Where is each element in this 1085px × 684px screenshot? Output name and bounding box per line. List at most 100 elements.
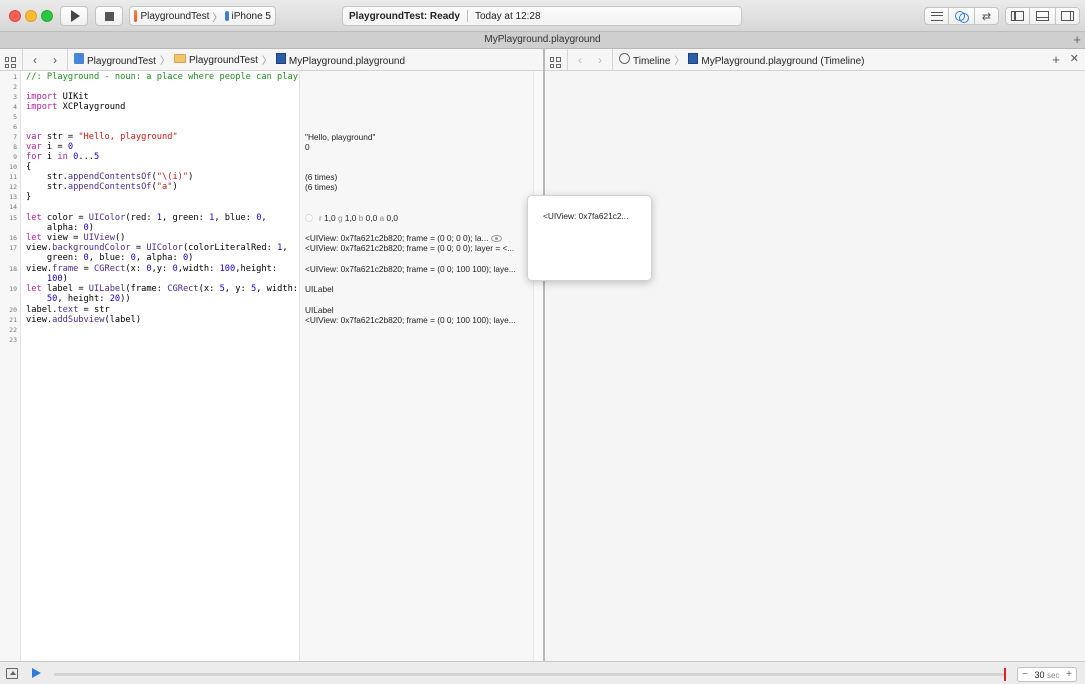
code-line[interactable]: view.backgroundColor = UIColor(colorLite… [26, 243, 288, 253]
minimize-window-button[interactable] [25, 10, 37, 22]
result-line[interactable]: <UIView: 0x7fa621c2b820; frame = (0 0; 1… [305, 264, 516, 274]
assistant-editor-button[interactable] [949, 7, 974, 25]
code-line[interactable]: str.appendContentsOf("\(i)") [26, 172, 193, 182]
result-line[interactable]: 0 [305, 142, 310, 152]
crumb-file[interactable]: MyPlayground.playground [275, 52, 405, 67]
code-line[interactable]: var i = 0 [26, 142, 73, 152]
code-line[interactable]: label.text = str [26, 305, 110, 315]
chevron-right-icon: 〉 [674, 56, 685, 67]
code-line[interactable]: str.appendContentsOf("a") [26, 182, 178, 192]
crumb-timeline[interactable]: Timeline [619, 52, 670, 67]
run-button[interactable] [60, 6, 88, 26]
result-line[interactable]: UILabel [305, 284, 334, 294]
play-icon[interactable] [32, 668, 41, 678]
assistant-jump-bar: ‹ › Timeline 〉 MyPlayground.playground (… [545, 48, 1085, 71]
timeline-scrubber[interactable] [54, 668, 1007, 681]
code-line[interactable]: import UIKit [26, 92, 89, 102]
line-number: 3 [13, 93, 17, 101]
back-button[interactable]: ‹ [570, 53, 590, 67]
debug-area-toggle-button[interactable] [1030, 7, 1055, 25]
line-number: 18 [9, 265, 17, 273]
code-line[interactable]: 100) [26, 274, 68, 284]
channel-label: r [319, 213, 322, 223]
bottom-pane-icon [1036, 11, 1049, 21]
forward-button[interactable]: › [590, 53, 610, 67]
channel-label: a [379, 213, 385, 223]
code-line[interactable]: view.addSubview(label) [26, 315, 141, 325]
code-line[interactable]: 50, height: 20)) [26, 294, 131, 304]
stop-button[interactable] [95, 6, 123, 26]
related-items-button[interactable] [545, 51, 565, 69]
result-line[interactable]: <UIView: 0x7fa621c2b820; frame = (0 0; 0… [305, 243, 514, 253]
code-line[interactable]: let color = UIColor(red: 1, green: 1, bl… [26, 213, 267, 223]
back-chevron-icon: ‹ [33, 52, 37, 67]
navigator-toggle-button[interactable] [1005, 7, 1030, 25]
standard-editor-button[interactable] [924, 7, 949, 25]
line-number: 21 [9, 316, 17, 324]
results-scroll-track[interactable] [533, 71, 543, 661]
code-line[interactable]: { [26, 162, 31, 172]
line-number: 5 [13, 113, 17, 121]
code-line[interactable]: let label = UILabel(frame: CGRect(x: 5, … [26, 284, 298, 294]
increase-duration-button[interactable]: + [1066, 669, 1072, 680]
jump-bar-divider [567, 48, 568, 71]
line-number: 12 [9, 183, 17, 191]
scheme-selector[interactable]: PlaygroundTest 〉 iPhone 5 [129, 6, 276, 26]
eye-icon[interactable] [491, 235, 503, 242]
code-line[interactable]: green: 0, blue: 0, alpha: 0) [26, 253, 194, 263]
assistant-rings-icon [955, 10, 969, 23]
close-window-button[interactable] [9, 10, 21, 22]
swift-icon [134, 10, 138, 22]
color-result-line[interactable]: r 1,0 g 1,0 b 0,0 a 0,0 [305, 213, 398, 223]
crumb-folder[interactable]: PlaygroundTest [173, 53, 258, 66]
line-number: 11 [9, 173, 17, 181]
chevron-right-icon: 〉 [159, 56, 170, 67]
decrease-duration-button[interactable]: − [1022, 669, 1028, 680]
result-line[interactable]: <UIView: 0x7fa621c2b820; frame = (0 0; 0… [305, 233, 503, 243]
crumb-project[interactable]: PlaygroundTest [74, 52, 156, 67]
zoom-window-button[interactable] [41, 10, 53, 22]
result-line[interactable]: "Hello, playground" [305, 132, 375, 142]
code-line[interactable]: //: Playground - noun: a place where peo… [26, 72, 298, 82]
timeline-assistant-editor [545, 71, 1085, 661]
code-line[interactable]: alpha: 0) [26, 223, 94, 233]
playground-file-icon [275, 52, 286, 64]
line-number: 1 [13, 73, 17, 81]
chevron-right-icon: 〉 [261, 56, 272, 67]
line-number: 2 [13, 83, 17, 91]
code-line[interactable]: view.frame = CGRect(x: 0,y: 0,width: 100… [26, 264, 277, 274]
duration-unit: sec [1047, 670, 1060, 680]
add-tab-button[interactable]: + [1073, 32, 1081, 48]
back-button[interactable]: ‹ [25, 53, 45, 67]
code-line[interactable]: import XCPlayground [26, 102, 125, 112]
crumb-timeline-file[interactable]: MyPlayground.playground (Timeline) [688, 52, 864, 67]
code-line[interactable]: var str = "Hello, playground" [26, 132, 178, 142]
close-assistant-editor-button[interactable]: ✕ [1070, 52, 1079, 67]
window-toolbar: PlaygroundTest 〉 iPhone 5 PlaygroundTest… [0, 0, 1085, 32]
status-time: Today at 12:28 [474, 10, 541, 22]
code-line[interactable]: } [26, 192, 31, 202]
duration-stepper[interactable]: − 30 sec + [1017, 667, 1077, 682]
channel-value: 0,0 [365, 213, 378, 223]
playhead-marker[interactable] [1004, 668, 1007, 681]
crumb-label: PlaygroundTest [188, 54, 258, 66]
debug-area-toggle-icon[interactable] [6, 668, 18, 679]
result-line[interactable]: (6 times) [305, 172, 337, 182]
result-line[interactable]: <UIView: 0x7fa621c2b820; frame = (0 0; 1… [305, 315, 516, 325]
code-line[interactable]: for i in 0...5 [26, 152, 99, 162]
related-items-button[interactable] [0, 51, 20, 69]
stop-icon [104, 11, 114, 21]
utilities-toggle-button[interactable] [1055, 7, 1080, 25]
code-editor[interactable]: 1 2 3 4 5 6 7 8 9 10 11 12 13 14 15 16 17 18 19 20 21 22 23 //… [0, 71, 543, 661]
version-editor-button[interactable]: ⇄ [974, 7, 999, 25]
add-assistant-editor-button[interactable]: + [1052, 52, 1060, 67]
arrows-icon: ⇄ [981, 10, 992, 23]
line-number: 23 [9, 336, 17, 344]
tab-title[interactable]: MyPlayground.playground [484, 34, 600, 45]
forward-button[interactable]: › [45, 53, 65, 67]
code-line[interactable]: let view = UIView() [26, 233, 125, 243]
result-line[interactable]: UILabel [305, 305, 334, 315]
device-icon [225, 11, 229, 21]
channel-value: 1,0 [324, 213, 336, 223]
result-line[interactable]: (6 times) [305, 182, 337, 192]
